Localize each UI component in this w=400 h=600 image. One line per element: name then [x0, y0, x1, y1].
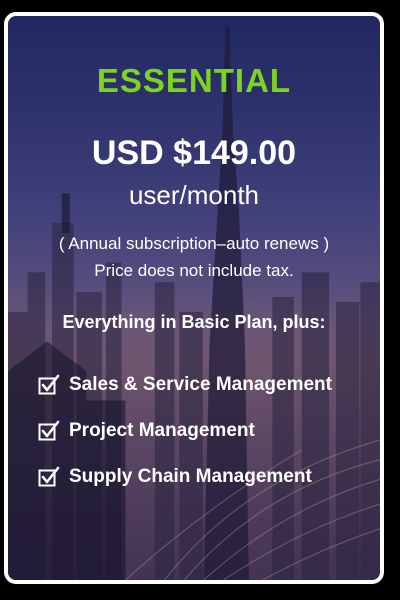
pricing-card: ESSENTIAL USD $149.00 user/month ( Annua… — [4, 12, 384, 584]
feature-list: Sales & Service Management Project Manag… — [38, 362, 374, 500]
feature-item: Supply Chain Management — [38, 454, 374, 500]
feature-label: Supply Chain Management — [69, 466, 312, 487]
plan-name: ESSENTIAL — [96, 62, 292, 99]
tax-note: Price does not include tax. — [94, 261, 294, 280]
billing-period: user/month — [128, 180, 260, 210]
includes-heading: Everything in Basic Plan, plus: — [62, 312, 326, 332]
feature-item: Sales & Service Management — [38, 362, 374, 408]
plan-price: USD $149.00 — [91, 134, 297, 172]
checkbox-check-icon — [38, 466, 60, 487]
feature-label: Sales & Service Management — [69, 374, 332, 395]
billing-note: ( Annual subscription–auto renews ) — [58, 234, 330, 253]
feature-item: Project Management — [38, 408, 374, 454]
checkbox-check-icon — [38, 374, 60, 395]
checkbox-check-icon — [38, 420, 60, 441]
feature-label: Project Management — [69, 420, 255, 441]
